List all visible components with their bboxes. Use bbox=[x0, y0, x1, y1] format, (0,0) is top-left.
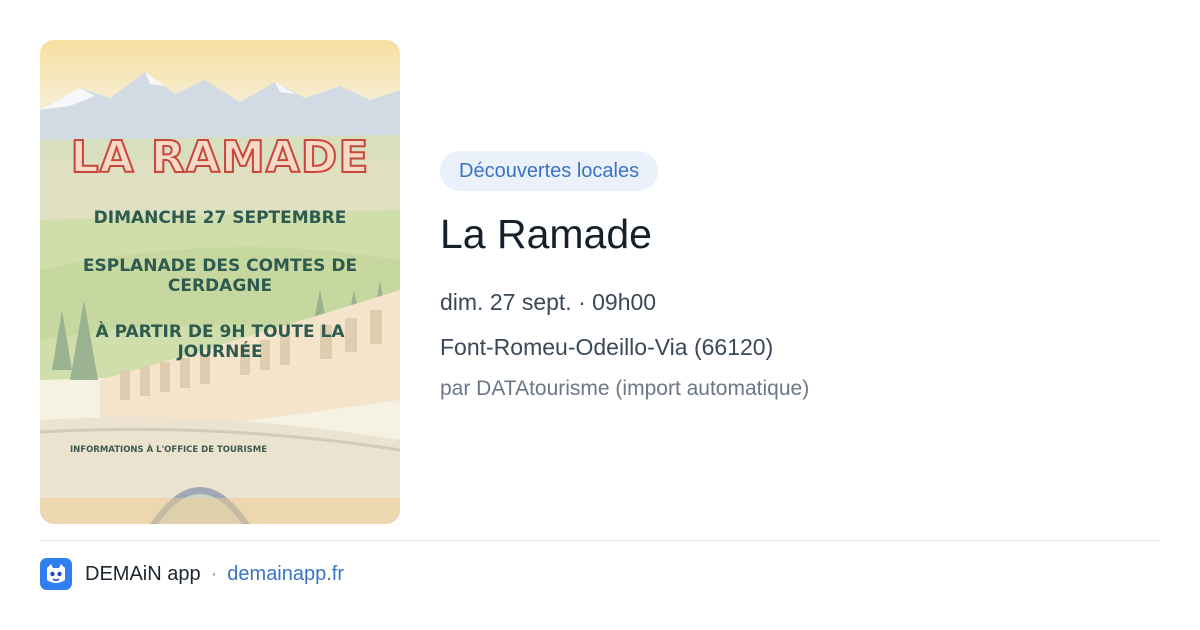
event-datetime: dim. 27 sept. · 09h00 bbox=[440, 289, 657, 315]
footer-divider bbox=[40, 540, 1160, 541]
footer-separator: · bbox=[210, 562, 218, 585]
demain-app-icon bbox=[40, 558, 72, 590]
event-source: par DATAtourisme (import automatique) bbox=[440, 377, 810, 400]
app-footer: DEMAiN app · demainapp.fr bbox=[40, 557, 344, 591]
poster-venue: ESPLANADE DES COMTES DE CERDAGNE bbox=[82, 256, 358, 296]
event-title: La Ramade bbox=[440, 211, 652, 257]
poster-title: LA RAMADE bbox=[70, 131, 370, 184]
poster-date: DIMANCHE 27 SEPTEMBRE bbox=[93, 208, 347, 228]
event-location: Font-Romeu-Odeillo-Via (66120) bbox=[440, 334, 774, 360]
app-domain-link[interactable]: demainapp.fr bbox=[227, 563, 344, 586]
category-badge: Découvertes locales bbox=[440, 151, 659, 191]
poster-hours: À PARTIR DE 9H TOUTE LA JOURNÉE bbox=[95, 322, 345, 362]
app-name: DEMAiN app bbox=[85, 562, 201, 585]
event-poster-image: LA RAMADE DIMANCHE 27 SEPTEMBRE ESPLANAD… bbox=[40, 40, 400, 524]
poster-footer-text: INFORMATIONS À L'OFFICE DE TOURISME bbox=[70, 445, 268, 455]
event-card: LA RAMADE DIMANCHE 27 SEPTEMBRE ESPLANAD… bbox=[0, 0, 1200, 630]
